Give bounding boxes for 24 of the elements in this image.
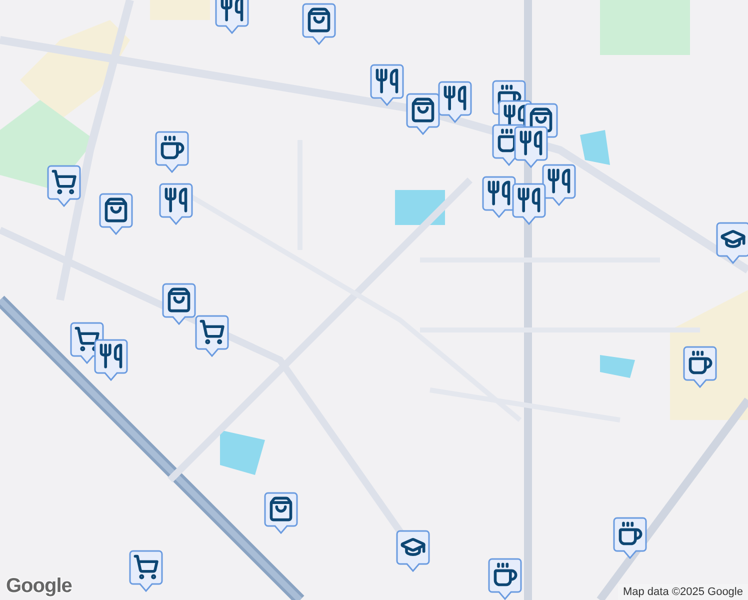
shopping-bag-icon — [410, 97, 436, 123]
fork-knife-icon — [98, 343, 124, 369]
fork-knife-icon — [374, 68, 400, 94]
shopping-bag-icon — [268, 496, 294, 522]
fork-knife-icon — [516, 187, 542, 213]
shopping-bag-icon — [528, 107, 554, 133]
coffee-cup-icon — [492, 562, 518, 588]
fork-knife-icon — [518, 130, 544, 156]
shopping-cart-icon — [74, 326, 100, 352]
coffee-cup-icon — [617, 521, 643, 547]
fork-knife-icon — [442, 85, 468, 111]
fork-knife-icon — [219, 0, 245, 22]
coffee-cup-icon — [687, 350, 713, 376]
shopping-bag-icon — [306, 7, 332, 33]
shopping-bag-icon — [166, 287, 192, 313]
shopping-cart-icon — [133, 554, 159, 580]
shopping-cart-icon — [51, 169, 77, 195]
coffee-cup-icon — [159, 135, 185, 161]
shopping-bag-icon — [103, 197, 129, 223]
fork-knife-icon — [486, 180, 512, 206]
fork-knife-icon — [163, 187, 189, 213]
shopping-cart-icon — [199, 319, 225, 345]
fork-knife-icon — [546, 168, 572, 194]
google-logo: Google — [6, 575, 72, 598]
